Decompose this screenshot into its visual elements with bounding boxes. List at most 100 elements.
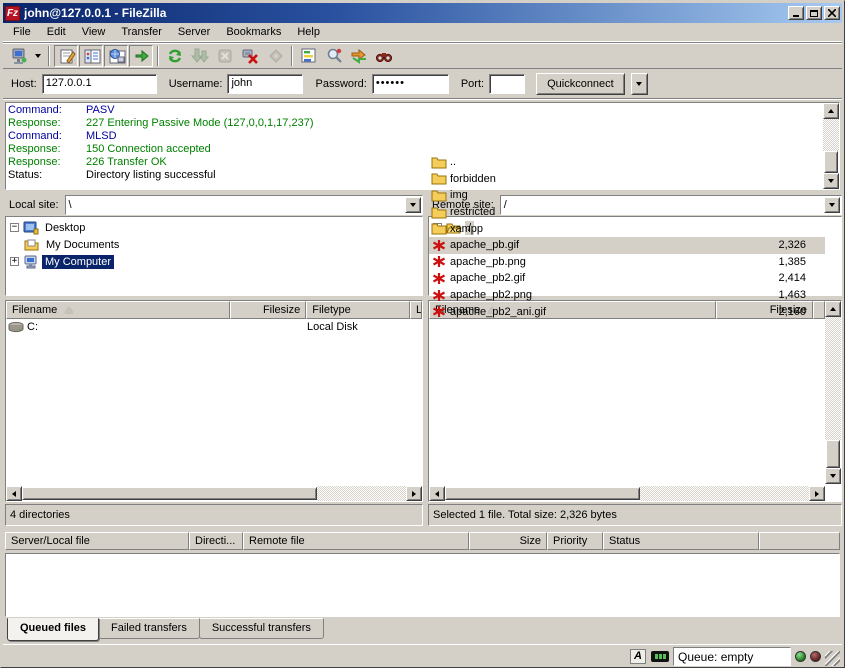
scroll-thumb[interactable] [826, 440, 840, 468]
quickconnect-button[interactable]: Quickconnect [536, 73, 625, 95]
activity-led-green-icon [795, 651, 806, 662]
local-status-bar: 4 directories [5, 504, 423, 526]
column-size[interactable]: Size [469, 532, 547, 550]
speed-limit-icon[interactable] [651, 648, 669, 665]
remote-horizontal-scrollbar[interactable] [429, 486, 825, 501]
file-size: 2,160 [715, 306, 812, 318]
close-button[interactable] [824, 6, 840, 20]
file-row[interactable]: img [429, 187, 825, 204]
local-directory-tree[interactable]: − Desktop My Documents + My Computer [5, 216, 423, 296]
local-horizontal-scrollbar[interactable] [6, 486, 422, 501]
toggle-local-tree-button[interactable] [79, 45, 103, 67]
scroll-track[interactable] [825, 317, 841, 440]
tree-item-my-documents[interactable]: My Documents [8, 236, 422, 253]
column-server-local-file[interactable]: Server/Local file [5, 532, 189, 550]
find-files-button[interactable] [372, 45, 396, 67]
quickconnect-dropdown[interactable] [631, 73, 648, 95]
file-row[interactable]: .. [429, 154, 825, 171]
site-manager-button[interactable] [7, 45, 31, 67]
scroll-down-button[interactable] [825, 468, 841, 484]
file-row-selected[interactable]: apache_pb.gif 2,326 [429, 237, 825, 254]
tab-queued-files[interactable]: Queued files [7, 618, 99, 641]
toggle-remote-tree-button[interactable] [104, 45, 128, 67]
reconnect-button[interactable] [263, 45, 287, 67]
synchronized-browsing-button[interactable] [347, 45, 371, 67]
file-row[interactable]: xampp [429, 220, 825, 237]
scroll-track[interactable] [317, 486, 406, 501]
toggle-message-log-button[interactable] [54, 45, 78, 67]
file-row[interactable]: apache_pb2.gif 2,414 [429, 270, 825, 287]
column-direction[interactable]: Directi... [189, 532, 243, 550]
remote-list-body[interactable]: .. forbidden img [429, 154, 825, 319]
scroll-down-button[interactable] [823, 173, 839, 189]
column-status[interactable]: Status [603, 532, 759, 550]
menu-bookmarks[interactable]: Bookmarks [218, 24, 289, 40]
queue-list[interactable] [5, 553, 840, 617]
collapse-icon[interactable]: − [10, 223, 19, 232]
host-input[interactable]: 127.0.0.1 [42, 74, 157, 94]
log-vertical-scrollbar[interactable] [823, 103, 839, 189]
site-manager-dropdown[interactable] [32, 45, 44, 67]
file-name: .. [450, 156, 715, 168]
scroll-up-button[interactable] [823, 103, 839, 119]
menu-file[interactable]: File [5, 24, 39, 40]
local-site-dropdown[interactable] [405, 197, 421, 213]
column-filename[interactable]: Filename [6, 301, 230, 319]
file-row[interactable]: apache_pb.png 1,385 [429, 254, 825, 271]
scroll-right-button[interactable] [406, 486, 422, 501]
filter-icon [300, 47, 318, 65]
directory-comparison-button[interactable] [322, 45, 346, 67]
column-remote-file[interactable]: Remote file [243, 532, 469, 550]
username-input[interactable]: john [227, 74, 303, 94]
process-queue-button[interactable] [188, 45, 212, 67]
tab-successful-transfers[interactable]: Successful transfers [199, 618, 324, 639]
remote-vertical-scrollbar[interactable] [825, 301, 841, 484]
resize-grip[interactable] [825, 651, 840, 666]
local-list-body[interactable]: C: Local Disk [6, 319, 422, 486]
toggle-transfer-queue-button[interactable] [129, 45, 153, 67]
scroll-thumb[interactable] [22, 487, 317, 500]
column-filesize[interactable]: Filesize [230, 301, 306, 319]
scroll-left-button[interactable] [6, 486, 22, 501]
expand-icon[interactable]: + [10, 257, 19, 266]
disconnect-button[interactable] [238, 45, 262, 67]
scroll-thumb[interactable] [445, 487, 640, 500]
tree-item-my-computer[interactable]: + My Computer [8, 253, 422, 270]
file-row[interactable]: apache_pb2_ani.gif 2,160 [429, 303, 825, 319]
maximize-button[interactable] [806, 6, 822, 20]
column-filetype[interactable]: Filetype [306, 301, 410, 319]
tree-item-desktop[interactable]: − Desktop [8, 219, 422, 236]
my-documents-folder-icon [24, 238, 40, 252]
column-last-modified[interactable]: L [410, 301, 422, 319]
scroll-thumb[interactable] [824, 151, 838, 173]
scroll-up-button[interactable] [825, 301, 841, 317]
file-row[interactable]: forbidden [429, 171, 825, 188]
scroll-right-button[interactable] [809, 486, 825, 501]
minimize-button[interactable] [788, 6, 804, 20]
scroll-left-button[interactable] [429, 486, 445, 501]
filter-button[interactable] [297, 45, 321, 67]
column-priority[interactable]: Priority [547, 532, 603, 550]
local-site-combo[interactable]: \ [65, 195, 423, 215]
transfer-mode-ascii-icon[interactable]: A [629, 648, 647, 665]
title-bar[interactable]: Fz john@127.0.0.1 - FileZilla [3, 3, 842, 23]
file-row[interactable]: apache_pb2.png 1,463 [429, 287, 825, 304]
filezilla-app-icon[interactable]: Fz [5, 6, 20, 21]
refresh-button[interactable] [163, 45, 187, 67]
menu-transfer[interactable]: Transfer [113, 24, 170, 40]
scroll-track[interactable] [640, 486, 809, 501]
tab-failed-transfers[interactable]: Failed transfers [98, 618, 200, 639]
cancel-button[interactable] [213, 45, 237, 67]
file-row[interactable]: restricted [429, 204, 825, 221]
menu-view[interactable]: View [74, 24, 114, 40]
dropdown-arrow-icon [35, 54, 41, 58]
remote-site-dropdown[interactable] [824, 197, 840, 213]
scroll-track[interactable] [823, 119, 839, 151]
file-row-c-drive[interactable]: C: Local Disk [6, 319, 422, 336]
port-input[interactable] [489, 74, 525, 94]
menu-server[interactable]: Server [170, 24, 218, 40]
password-input[interactable]: •••••• [372, 74, 449, 94]
menu-help[interactable]: Help [289, 24, 328, 40]
menu-edit[interactable]: Edit [39, 24, 74, 40]
toolbar-separator [48, 46, 50, 66]
